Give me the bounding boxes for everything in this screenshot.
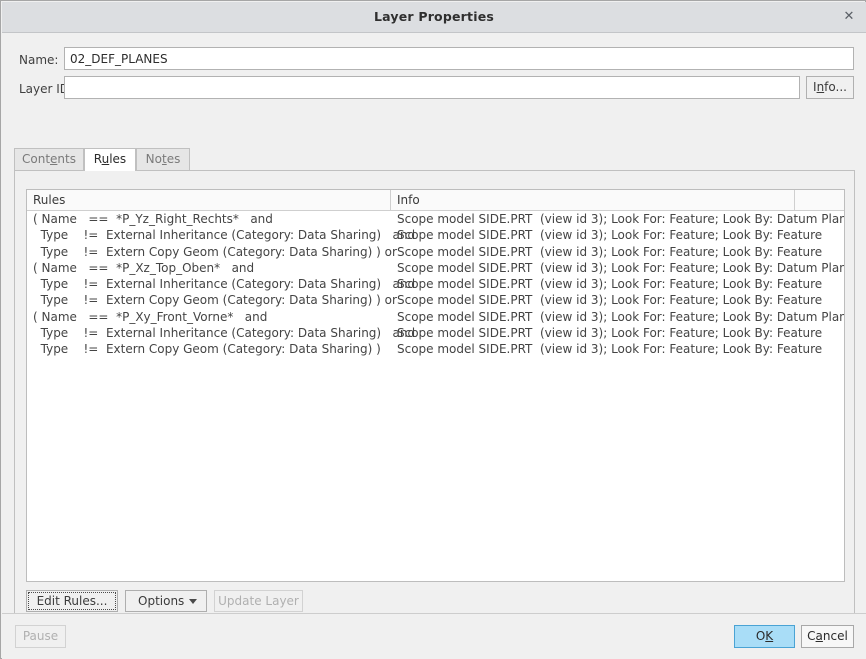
options-button[interactable]: Options <box>125 590 207 612</box>
chevron-down-icon <box>189 599 197 604</box>
info-button[interactable]: Info... <box>806 76 854 99</box>
cell-rules: ( Name == *P_Xy_Front_Vorne* and <box>33 309 267 325</box>
table-row[interactable]: Type != Extern Copy Geom (Category: Data… <box>27 244 844 260</box>
column-header-rules[interactable]: Rules <box>27 190 391 210</box>
cell-rules: ( Name == *P_Yz_Right_Rechts* and <box>33 211 273 227</box>
cell-info: Scope model SIDE.PRT (view id 3); Look F… <box>397 227 822 243</box>
tab-rules-label: Rules <box>94 152 126 166</box>
cell-rules: Type != External Inheritance (Category: … <box>33 276 415 292</box>
window-title: Layer Properties <box>2 2 866 32</box>
tab-notes[interactable]: Notes <box>136 148 190 170</box>
cell-rules: Type != External Inheritance (Category: … <box>33 325 415 341</box>
layer-properties-dialog: Layer Properties ✕ Name: Layer ID: Info.… <box>0 0 866 659</box>
cell-rules: Type != Extern Copy Geom (Category: Data… <box>33 292 397 308</box>
table-row[interactable]: Type != External Inheritance (Category: … <box>27 276 844 292</box>
cell-info: Scope model SIDE.PRT (view id 3); Look F… <box>397 244 822 260</box>
table-row[interactable]: Type != External Inheritance (Category: … <box>27 325 844 341</box>
cell-rules: ( Name == *P_Xz_Top_Oben* and <box>33 260 254 276</box>
cell-info: Scope model SIDE.PRT (view id 3); Look F… <box>397 309 845 325</box>
rules-list-header: Rules Info <box>27 190 844 211</box>
tabstrip: Contents Rules Notes <box>14 148 855 170</box>
cell-info: Scope model SIDE.PRT (view id 3); Look F… <box>397 341 822 357</box>
pause-button[interactable]: Pause <box>15 625 66 648</box>
table-row[interactable]: Type != Extern Copy Geom (Category: Data… <box>27 292 844 308</box>
ok-button-label: OK <box>756 629 773 643</box>
column-header-info[interactable]: Info <box>391 190 795 210</box>
footer: Pause OK Cancel <box>2 614 866 659</box>
titlebar: Layer Properties ✕ <box>2 2 866 33</box>
layer-id-input[interactable] <box>64 76 800 99</box>
table-row[interactable]: ( Name == *P_Xy_Front_Vorne* and Scope m… <box>27 309 844 325</box>
rules-tab-panel: Rules Info ( Name == *P_Yz_Right_Rechts*… <box>14 170 855 620</box>
table-row[interactable]: ( Name == *P_Yz_Right_Rechts* and Scope … <box>27 211 844 227</box>
cell-info: Scope model SIDE.PRT (view id 3); Look F… <box>397 325 822 341</box>
options-button-label: Options <box>138 594 184 608</box>
column-header-extra[interactable] <box>795 190 844 210</box>
info-button-label: Info... <box>813 80 847 94</box>
name-label: Name: <box>19 52 58 68</box>
close-icon[interactable]: ✕ <box>836 5 862 29</box>
cell-info: Scope model SIDE.PRT (view id 3); Look F… <box>397 260 845 276</box>
tab-contents-label: Contents <box>22 152 76 166</box>
tab-rules[interactable]: Rules <box>84 148 136 171</box>
cell-info: Scope model SIDE.PRT (view id 3); Look F… <box>397 292 822 308</box>
tab-notes-label: Notes <box>146 152 181 166</box>
cell-info: Scope model SIDE.PRT (view id 3); Look F… <box>397 276 822 292</box>
cell-rules: Type != External Inheritance (Category: … <box>33 227 415 243</box>
name-input[interactable] <box>64 47 854 70</box>
dialog-content: Name: Layer ID: Info... Contents Rules N… <box>2 33 866 613</box>
rules-list-body: ( Name == *P_Yz_Right_Rechts* and Scope … <box>27 211 844 581</box>
cell-info: Scope model SIDE.PRT (view id 3); Look F… <box>397 211 845 227</box>
table-row[interactable]: Type != External Inheritance (Category: … <box>27 227 844 243</box>
tab-contents[interactable]: Contents <box>14 148 84 170</box>
update-layer-button[interactable]: Update Layer <box>214 590 303 612</box>
cancel-button-label: Cancel <box>807 629 848 643</box>
rules-list[interactable]: Rules Info ( Name == *P_Yz_Right_Rechts*… <box>26 189 845 582</box>
edit-rules-button[interactable]: Edit Rules... <box>26 590 118 612</box>
ok-button[interactable]: OK <box>734 625 795 648</box>
table-row[interactable]: Type != Extern Copy Geom (Category: Data… <box>27 341 844 357</box>
table-row[interactable]: ( Name == *P_Xz_Top_Oben* and Scope mode… <box>27 260 844 276</box>
cell-rules: Type != Extern Copy Geom (Category: Data… <box>33 244 397 260</box>
cancel-button[interactable]: Cancel <box>801 625 854 648</box>
cell-rules: Type != Extern Copy Geom (Category: Data… <box>33 341 381 357</box>
